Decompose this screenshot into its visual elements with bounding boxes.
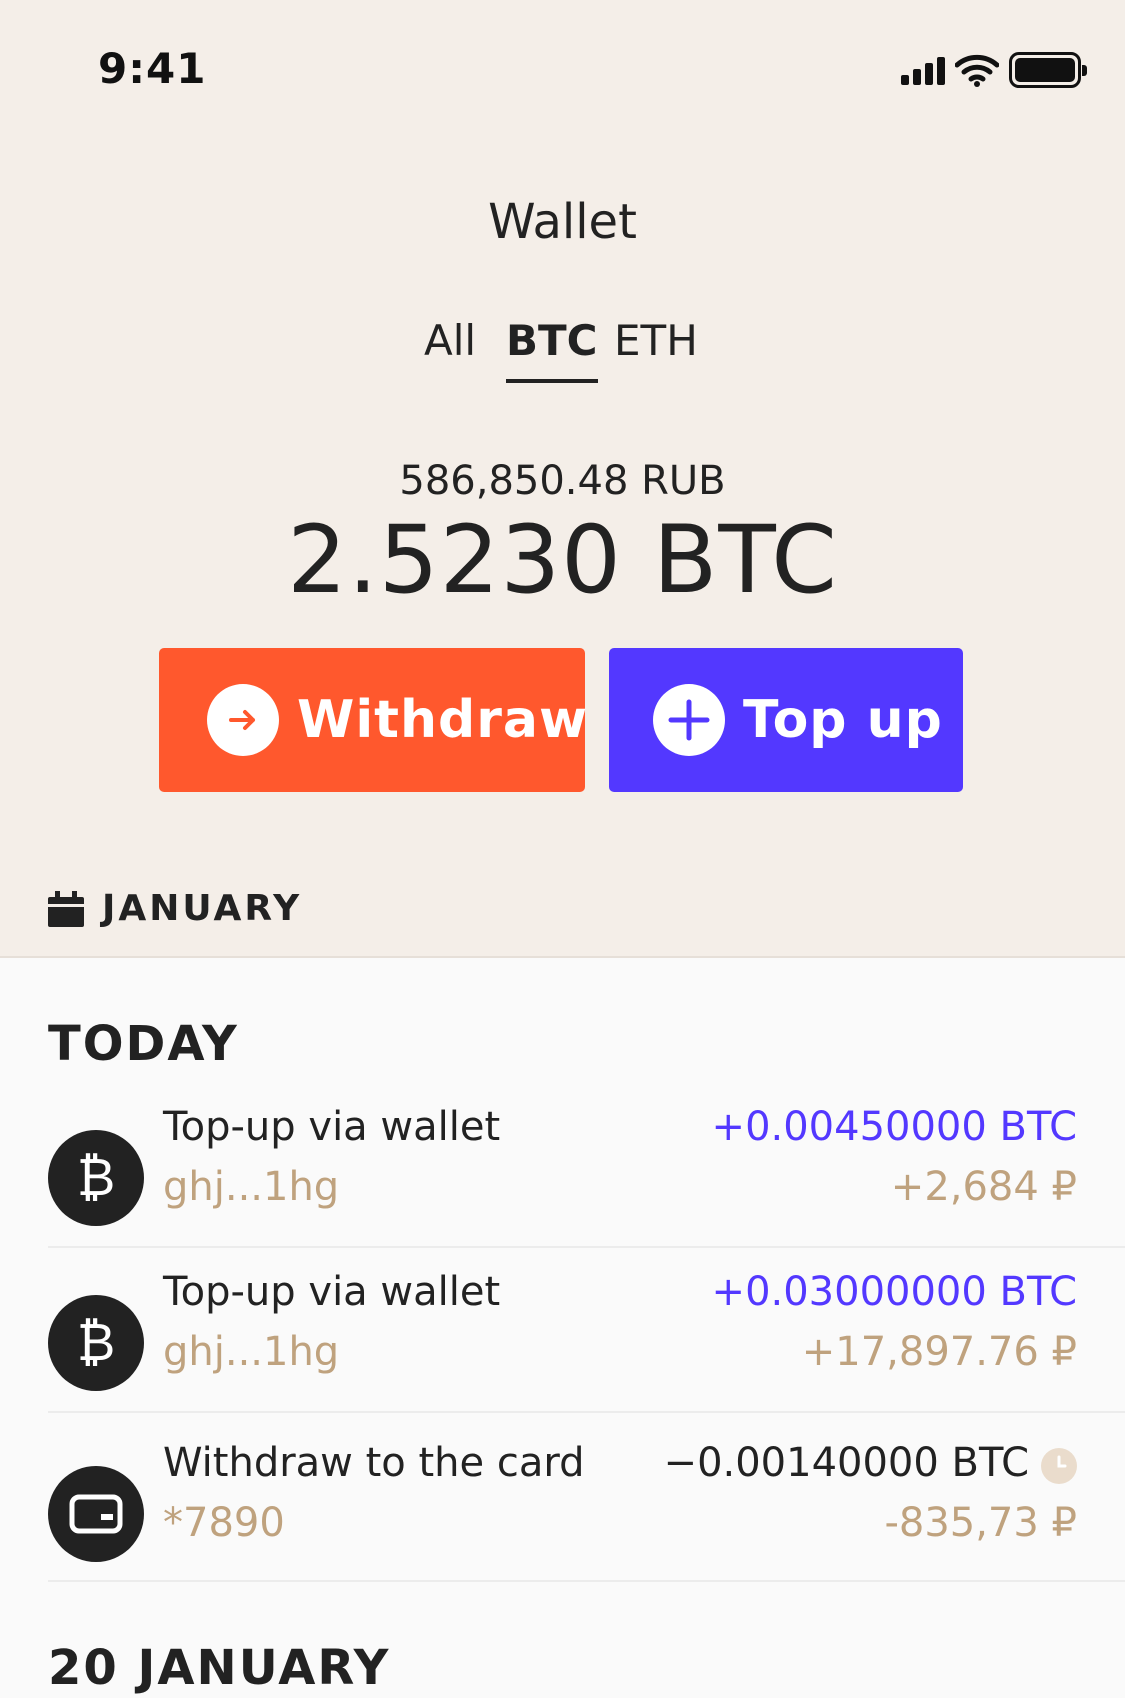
bitcoin-icon: ₿ xyxy=(48,1295,144,1391)
month-label: JANUARY xyxy=(102,888,303,929)
withdraw-button[interactable]: Withdraw xyxy=(159,648,589,792)
currency-tabs: All BTC ETH xyxy=(0,316,1125,386)
transaction-title: Withdraw to the card xyxy=(163,1440,585,1486)
transaction-title: Top-up via wallet xyxy=(163,1104,501,1150)
tab-btc[interactable]: BTC xyxy=(506,316,598,383)
transaction-amount: +0.03000000 BTC xyxy=(711,1269,1077,1315)
transaction-row[interactable]: ₿ Top-up via wallet ghj...1hg +0.0045000… xyxy=(48,1084,1125,1248)
transaction-fiat: +2,684 ₽ xyxy=(890,1164,1077,1210)
balance-crypto: 2.5230 BTC xyxy=(287,506,838,615)
month-selector[interactable]: JANUARY xyxy=(48,888,302,929)
page-title: Wallet xyxy=(488,194,637,250)
transaction-fiat: -835,73 ₽ xyxy=(884,1500,1077,1546)
top-up-label: Top up xyxy=(743,690,943,750)
transaction-subtitle: *7890 xyxy=(163,1500,285,1546)
transaction-amount: −0.00140000 BTC xyxy=(663,1440,1029,1486)
transaction-subtitle: ghj...1hg xyxy=(163,1329,340,1375)
top-up-button[interactable]: Top up xyxy=(609,648,963,792)
plus-icon xyxy=(653,684,725,756)
status-icons xyxy=(901,50,1087,90)
transaction-title: Top-up via wallet xyxy=(163,1269,501,1315)
group-title-today: TODAY xyxy=(48,1016,239,1072)
transaction-fiat: +17,897.76 ₽ xyxy=(801,1329,1077,1375)
card-icon xyxy=(48,1466,144,1562)
withdraw-label: Withdraw xyxy=(297,690,589,750)
transaction-amount: +0.00450000 BTC xyxy=(711,1104,1077,1150)
battery-icon xyxy=(1009,52,1087,88)
cellular-signal-icon xyxy=(901,55,945,85)
transaction-row[interactable]: Withdraw to the card *7890 −0.00140000 B… xyxy=(48,1420,1125,1582)
balance-fiat: 586,850.48 RUB xyxy=(399,458,726,504)
status-time: 9:41 xyxy=(98,44,207,93)
wifi-icon xyxy=(955,54,999,87)
tab-all[interactable]: All xyxy=(424,316,476,365)
group-title-20-january: 20 JANUARY xyxy=(48,1640,391,1696)
bitcoin-icon: ₿ xyxy=(48,1130,144,1226)
arrow-right-icon xyxy=(207,684,279,756)
transaction-subtitle: ghj...1hg xyxy=(163,1164,340,1210)
tab-eth[interactable]: ETH xyxy=(614,316,698,365)
calendar-icon xyxy=(48,890,84,927)
pending-clock-icon xyxy=(1041,1448,1077,1484)
transaction-row[interactable]: ₿ Top-up via wallet ghj...1hg +0.0300000… xyxy=(48,1249,1125,1413)
